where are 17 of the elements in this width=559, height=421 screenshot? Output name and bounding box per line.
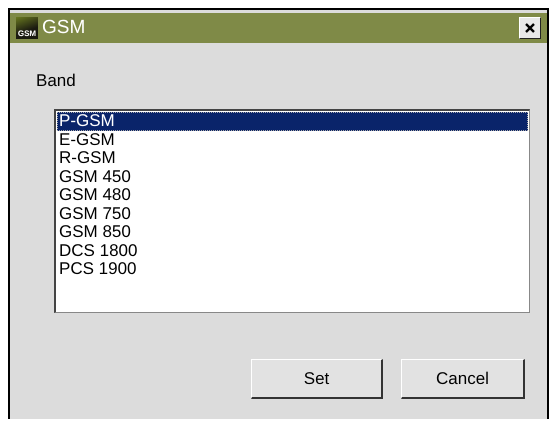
band-list[interactable]: P-GSM E-GSM R-GSM GSM 450 GSM 480 GSM 750 GSM 850 DCS 1800 PCS 1900 — [54, 109, 530, 313]
list-item[interactable]: GSM 750 — [57, 204, 528, 223]
list-item[interactable]: GSM 450 — [57, 168, 528, 186]
window-title: GSM — [42, 17, 86, 39]
list-item[interactable]: E-GSM — [57, 130, 528, 149]
band-label: Band — [36, 71, 77, 91]
list-item[interactable]: GSM 480 — [57, 186, 528, 204]
app-icon: GSM — [16, 17, 38, 39]
close-button[interactable] — [519, 17, 541, 39]
list-item[interactable]: PCS 1900 — [57, 260, 528, 278]
list-item[interactable]: R-GSM — [57, 149, 528, 168]
list-item[interactable]: DCS 1800 — [57, 242, 528, 260]
set-button[interactable]: Set — [251, 359, 383, 399]
close-icon — [525, 23, 535, 33]
cancel-button[interactable]: Cancel — [401, 359, 525, 399]
list-item[interactable]: P-GSM — [57, 112, 528, 130]
list-item[interactable]: GSM 850 — [57, 223, 528, 242]
